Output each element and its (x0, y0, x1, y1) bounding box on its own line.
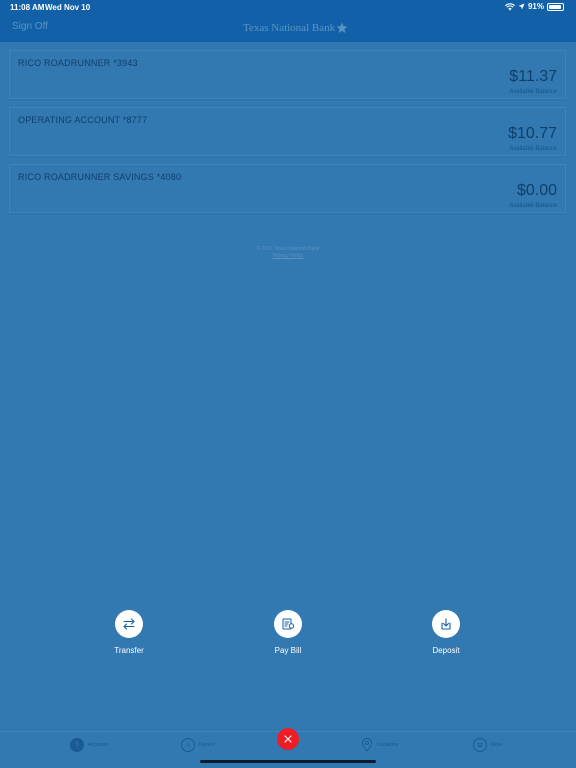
tab-more[interactable]: More (473, 738, 502, 752)
pay-bill-label: Pay Bill (274, 646, 302, 655)
transfer-button[interactable]: Transfer (99, 610, 159, 655)
battery-icon (547, 2, 564, 11)
tab-accounts[interactable]: $ Accounts (70, 738, 109, 752)
deposit-button[interactable]: Deposit (416, 610, 476, 655)
balance-label: Available Balance (509, 203, 557, 209)
tab-label: Recent (199, 742, 215, 748)
accounts-icon: $ (70, 738, 84, 752)
account-balance: $0.00 (516, 182, 557, 199)
close-button[interactable] (277, 728, 299, 750)
account-name: RICO ROADRUNNER *3943 (18, 58, 138, 68)
privacy-policy-link[interactable]: Privacy Policy (0, 253, 576, 259)
account-card[interactable]: RICO ROADRUNNER SAVINGS *4080 $0.00 Avai… (9, 164, 566, 213)
transfer-icon (115, 610, 143, 638)
home-indicator (200, 760, 376, 763)
status-time: 11:08 AM (10, 3, 45, 12)
location-pin-icon (362, 738, 372, 752)
battery-percent: 91% (527, 2, 544, 11)
star-icon (336, 22, 348, 33)
deposit-icon (432, 610, 460, 638)
balance-label: Available Balance (509, 146, 557, 152)
menu-icon (473, 738, 487, 752)
account-balance: $11.37 (509, 68, 557, 85)
location-arrow-icon (518, 3, 525, 10)
bank-logo-text: Texas National Bank (243, 22, 336, 34)
balance-label: Available Balance (509, 89, 557, 95)
status-indicators: 91% (504, 2, 564, 11)
status-date: Wed Nov 10 (45, 3, 91, 12)
tab-label: Locations (377, 742, 399, 748)
pay-bill-icon (274, 610, 302, 638)
close-icon (284, 735, 292, 743)
account-balance: $10.77 (508, 125, 557, 142)
account-name: OPERATING ACCOUNT *8777 (18, 115, 148, 125)
copyright-text: © 2021 Texas National Bank (256, 246, 320, 252)
tab-label: More (491, 742, 503, 748)
tab-locations[interactable]: Locations (361, 738, 398, 752)
tab-label: Accounts (88, 742, 109, 748)
pay-bill-button[interactable]: Pay Bill (258, 610, 318, 655)
clock-icon (181, 738, 195, 752)
wifi-icon (504, 2, 515, 10)
status-bar: 11:08 AM Wed Nov 10 91% (0, 0, 576, 14)
sign-off-button[interactable]: Sign Off (12, 21, 48, 32)
deposit-label: Deposit (432, 646, 460, 655)
account-card[interactable]: RICO ROADRUNNER *3943 $11.37 Available B… (9, 50, 566, 99)
tab-recent[interactable]: Recent (181, 738, 215, 752)
account-name: RICO ROADRUNNER SAVINGS *4080 (18, 172, 182, 182)
account-card[interactable]: OPERATING ACCOUNT *8777 $10.77 Available… (9, 107, 566, 156)
app-header: Sign Off Texas National Bank (0, 14, 576, 42)
bank-logo: Texas National Bank (243, 22, 348, 34)
transfer-label: Transfer (114, 646, 144, 655)
